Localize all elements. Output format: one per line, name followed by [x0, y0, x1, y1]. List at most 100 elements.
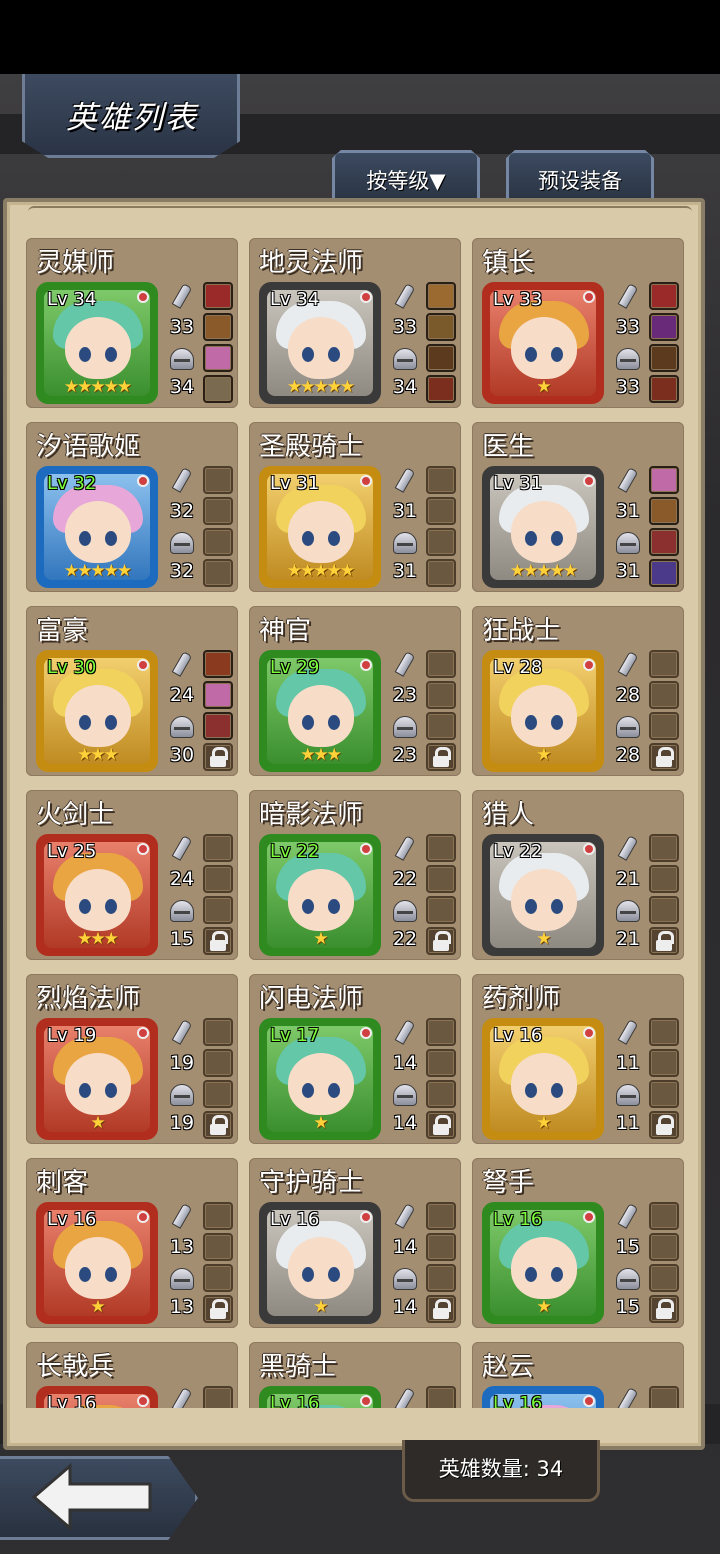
hero-portrait[interactable]: Lv 34 ★★★★★ — [36, 282, 158, 404]
empty-equipment-slot[interactable] — [203, 1264, 233, 1292]
empty-equipment-slot[interactable] — [649, 681, 679, 709]
empty-equipment-slot[interactable] — [203, 1049, 233, 1077]
empty-equipment-slot[interactable] — [649, 1233, 679, 1261]
empty-equipment-slot[interactable] — [203, 1018, 233, 1046]
hero-card[interactable]: 猎人 Lv 22 ★ 21 21 — [472, 790, 684, 960]
empty-equipment-slot[interactable] — [426, 497, 456, 525]
hero-card[interactable]: 医生 Lv 31 ★★★★★ 31 31 — [472, 422, 684, 592]
empty-equipment-slot[interactable] — [649, 1386, 679, 1408]
empty-equipment-slot[interactable] — [203, 834, 233, 862]
equipment-slot[interactable] — [649, 559, 679, 587]
hero-card[interactable]: 黑骑士 Lv 16 — [249, 1342, 461, 1408]
empty-equipment-slot[interactable] — [649, 712, 679, 740]
empty-equipment-slot[interactable] — [426, 1386, 456, 1408]
hero-portrait[interactable]: Lv 16 ★ — [36, 1202, 158, 1324]
hero-portrait[interactable]: Lv 16 ★ — [482, 1202, 604, 1324]
hero-portrait[interactable]: Lv 16 — [36, 1386, 158, 1408]
equipment-slot[interactable] — [203, 282, 233, 310]
empty-equipment-slot[interactable] — [203, 528, 233, 556]
equipment-slot[interactable] — [649, 528, 679, 556]
equipment-slot[interactable] — [203, 344, 233, 372]
empty-equipment-slot[interactable] — [426, 865, 456, 893]
empty-equipment-slot[interactable] — [203, 559, 233, 587]
hero-portrait[interactable]: Lv 16 ★ — [259, 1202, 381, 1324]
equipment-slot[interactable] — [203, 712, 233, 740]
hero-card[interactable]: 烈焰法师 Lv 19 ★ 19 19 — [26, 974, 238, 1144]
equipment-slot[interactable] — [649, 344, 679, 372]
empty-equipment-slot[interactable] — [426, 528, 456, 556]
empty-equipment-slot[interactable] — [426, 1018, 456, 1046]
empty-equipment-slot[interactable] — [649, 1049, 679, 1077]
hero-portrait[interactable]: Lv 33 ★ — [482, 282, 604, 404]
empty-equipment-slot[interactable] — [426, 681, 456, 709]
empty-equipment-slot[interactable] — [649, 1202, 679, 1230]
empty-equipment-slot[interactable] — [203, 1233, 233, 1261]
hero-portrait[interactable]: Lv 29 ★★★ — [259, 650, 381, 772]
empty-equipment-slot[interactable] — [426, 834, 456, 862]
hero-card[interactable]: 火剑士 Lv 25 ★★★ 24 15 — [26, 790, 238, 960]
empty-equipment-slot[interactable] — [649, 1018, 679, 1046]
hero-portrait[interactable]: Lv 32 ★★★★★ — [36, 466, 158, 588]
equipment-slot[interactable] — [649, 466, 679, 494]
empty-equipment-slot[interactable] — [426, 1049, 456, 1077]
hero-portrait[interactable]: Lv 22 ★ — [259, 834, 381, 956]
empty-equipment-slot[interactable] — [649, 834, 679, 862]
hero-grid[interactable]: 灵媒师 Lv 34 ★★★★★ 33 34 地灵法师 Lv 34 ★★★★★ 3… — [26, 238, 688, 1408]
hero-portrait[interactable]: Lv 16 — [259, 1386, 381, 1408]
hero-card[interactable]: 圣殿骑士 Lv 31 ★★★★★ 31 31 — [249, 422, 461, 592]
equipment-slot[interactable] — [649, 282, 679, 310]
hero-portrait[interactable]: Lv 22 ★ — [482, 834, 604, 956]
hero-portrait[interactable]: Lv 25 ★★★ — [36, 834, 158, 956]
empty-equipment-slot[interactable] — [426, 650, 456, 678]
empty-equipment-slot[interactable] — [426, 1233, 456, 1261]
equipment-slot[interactable] — [426, 375, 456, 403]
hero-portrait[interactable]: Lv 31 ★★★★★ — [482, 466, 604, 588]
equipment-slot[interactable] — [426, 344, 456, 372]
empty-equipment-slot[interactable] — [649, 865, 679, 893]
hero-card[interactable]: 赵云 Lv 16 — [472, 1342, 684, 1408]
hero-portrait[interactable]: Lv 16 — [482, 1386, 604, 1408]
empty-equipment-slot[interactable] — [426, 1080, 456, 1108]
empty-equipment-slot[interactable] — [203, 896, 233, 924]
empty-equipment-slot[interactable] — [649, 896, 679, 924]
hero-portrait[interactable]: Lv 28 ★ — [482, 650, 604, 772]
empty-equipment-slot[interactable] — [426, 712, 456, 740]
equipment-slot[interactable] — [649, 313, 679, 341]
hero-card[interactable]: 汐语歌姬 Lv 32 ★★★★★ 32 32 — [26, 422, 238, 592]
empty-equipment-slot[interactable] — [203, 1202, 233, 1230]
equipment-slot[interactable] — [203, 650, 233, 678]
hero-card[interactable]: 刺客 Lv 16 ★ 13 13 — [26, 1158, 238, 1328]
empty-equipment-slot[interactable] — [426, 1202, 456, 1230]
equipment-slot[interactable] — [203, 681, 233, 709]
hero-portrait[interactable]: Lv 19 ★ — [36, 1018, 158, 1140]
equipment-slot[interactable] — [426, 313, 456, 341]
empty-equipment-slot[interactable] — [426, 559, 456, 587]
hero-card[interactable]: 富豪 Lv 30 ★★★ 24 30 — [26, 606, 238, 776]
hero-card[interactable]: 暗影法师 Lv 22 ★ 22 22 — [249, 790, 461, 960]
empty-equipment-slot[interactable] — [649, 1080, 679, 1108]
empty-equipment-slot[interactable] — [203, 497, 233, 525]
hero-card[interactable]: 长戟兵 Lv 16 — [26, 1342, 238, 1408]
empty-equipment-slot[interactable] — [203, 1080, 233, 1108]
equipment-slot[interactable] — [203, 313, 233, 341]
empty-equipment-slot[interactable] — [649, 650, 679, 678]
hero-portrait[interactable]: Lv 16 ★ — [482, 1018, 604, 1140]
equipment-slot[interactable] — [649, 497, 679, 525]
equipment-slot[interactable] — [649, 375, 679, 403]
empty-equipment-slot[interactable] — [203, 466, 233, 494]
hero-portrait[interactable]: Lv 30 ★★★ — [36, 650, 158, 772]
hero-portrait[interactable]: Lv 31 ★★★★★ — [259, 466, 381, 588]
hero-card[interactable]: 狂战士 Lv 28 ★ 28 28 — [472, 606, 684, 776]
empty-equipment-slot[interactable] — [203, 1386, 233, 1408]
empty-equipment-slot[interactable] — [426, 1264, 456, 1292]
hero-card[interactable]: 镇长 Lv 33 ★ 33 33 — [472, 238, 684, 408]
empty-equipment-slot[interactable] — [649, 1264, 679, 1292]
empty-equipment-slot[interactable] — [203, 865, 233, 893]
hero-card[interactable]: 神官 Lv 29 ★★★ 23 23 — [249, 606, 461, 776]
equipment-slot[interactable] — [426, 282, 456, 310]
hero-card[interactable]: 药剂师 Lv 16 ★ 11 11 — [472, 974, 684, 1144]
hero-card[interactable]: 守护骑士 Lv 16 ★ 14 14 — [249, 1158, 461, 1328]
hero-portrait[interactable]: Lv 34 ★★★★★ — [259, 282, 381, 404]
hero-portrait[interactable]: Lv 17 ★ — [259, 1018, 381, 1140]
equipment-slot[interactable] — [203, 375, 233, 403]
